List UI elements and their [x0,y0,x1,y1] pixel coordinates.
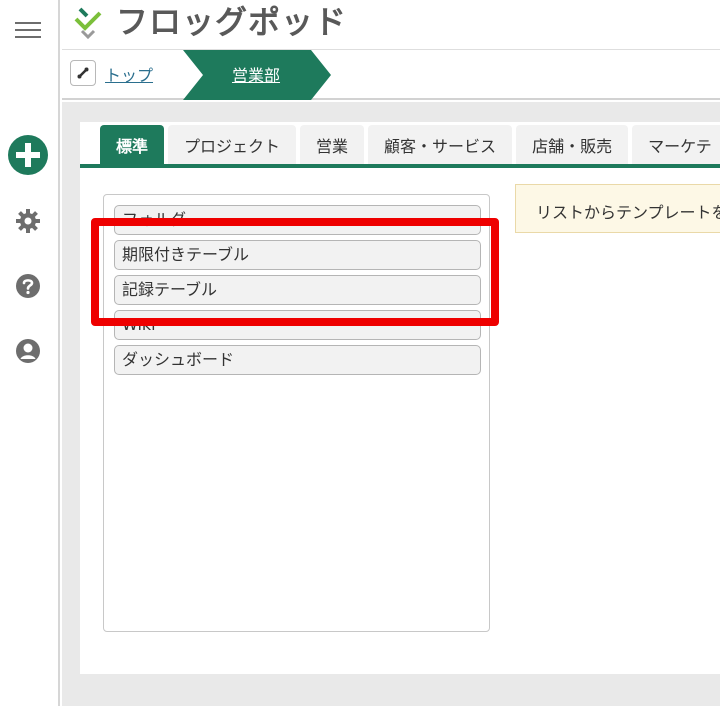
tab-marketing[interactable]: マーケテ [632,125,720,164]
tab-store-sales[interactable]: 店舗・販売 [516,125,629,164]
list-item-dashboard[interactable]: ダッシュボード [114,345,481,375]
link-icon[interactable] [70,60,96,86]
category-tabs: 標準 プロジェクト 営業 顧客・サービス 店舗・販売 マーケテ [100,125,720,165]
tab-customer-service[interactable]: 顧客・サービス [368,125,513,164]
tab-standard[interactable]: 標準 [100,125,165,164]
breadcrumb-top-link[interactable]: トップ [105,62,153,86]
breadcrumb-current-label[interactable]: 営業部 [232,62,280,86]
user-icon[interactable] [15,338,41,364]
tab-underline [80,164,720,168]
highlight-annotation [91,218,499,326]
logo-icon [70,3,106,40]
add-icon[interactable] [8,135,48,175]
tab-project[interactable]: プロジェクト [168,125,297,164]
sidebar [0,0,60,706]
breadcrumb: トップ 営業部 [62,50,720,100]
info-message: リストからテンプレートを [515,184,720,233]
app-title: フロッグポッド [116,3,348,41]
tab-sales[interactable]: 営業 [300,125,365,164]
menu-icon[interactable] [15,22,41,40]
gear-icon[interactable] [15,208,41,234]
help-icon[interactable] [15,273,41,299]
app-header: フロッグポッド [62,0,720,50]
